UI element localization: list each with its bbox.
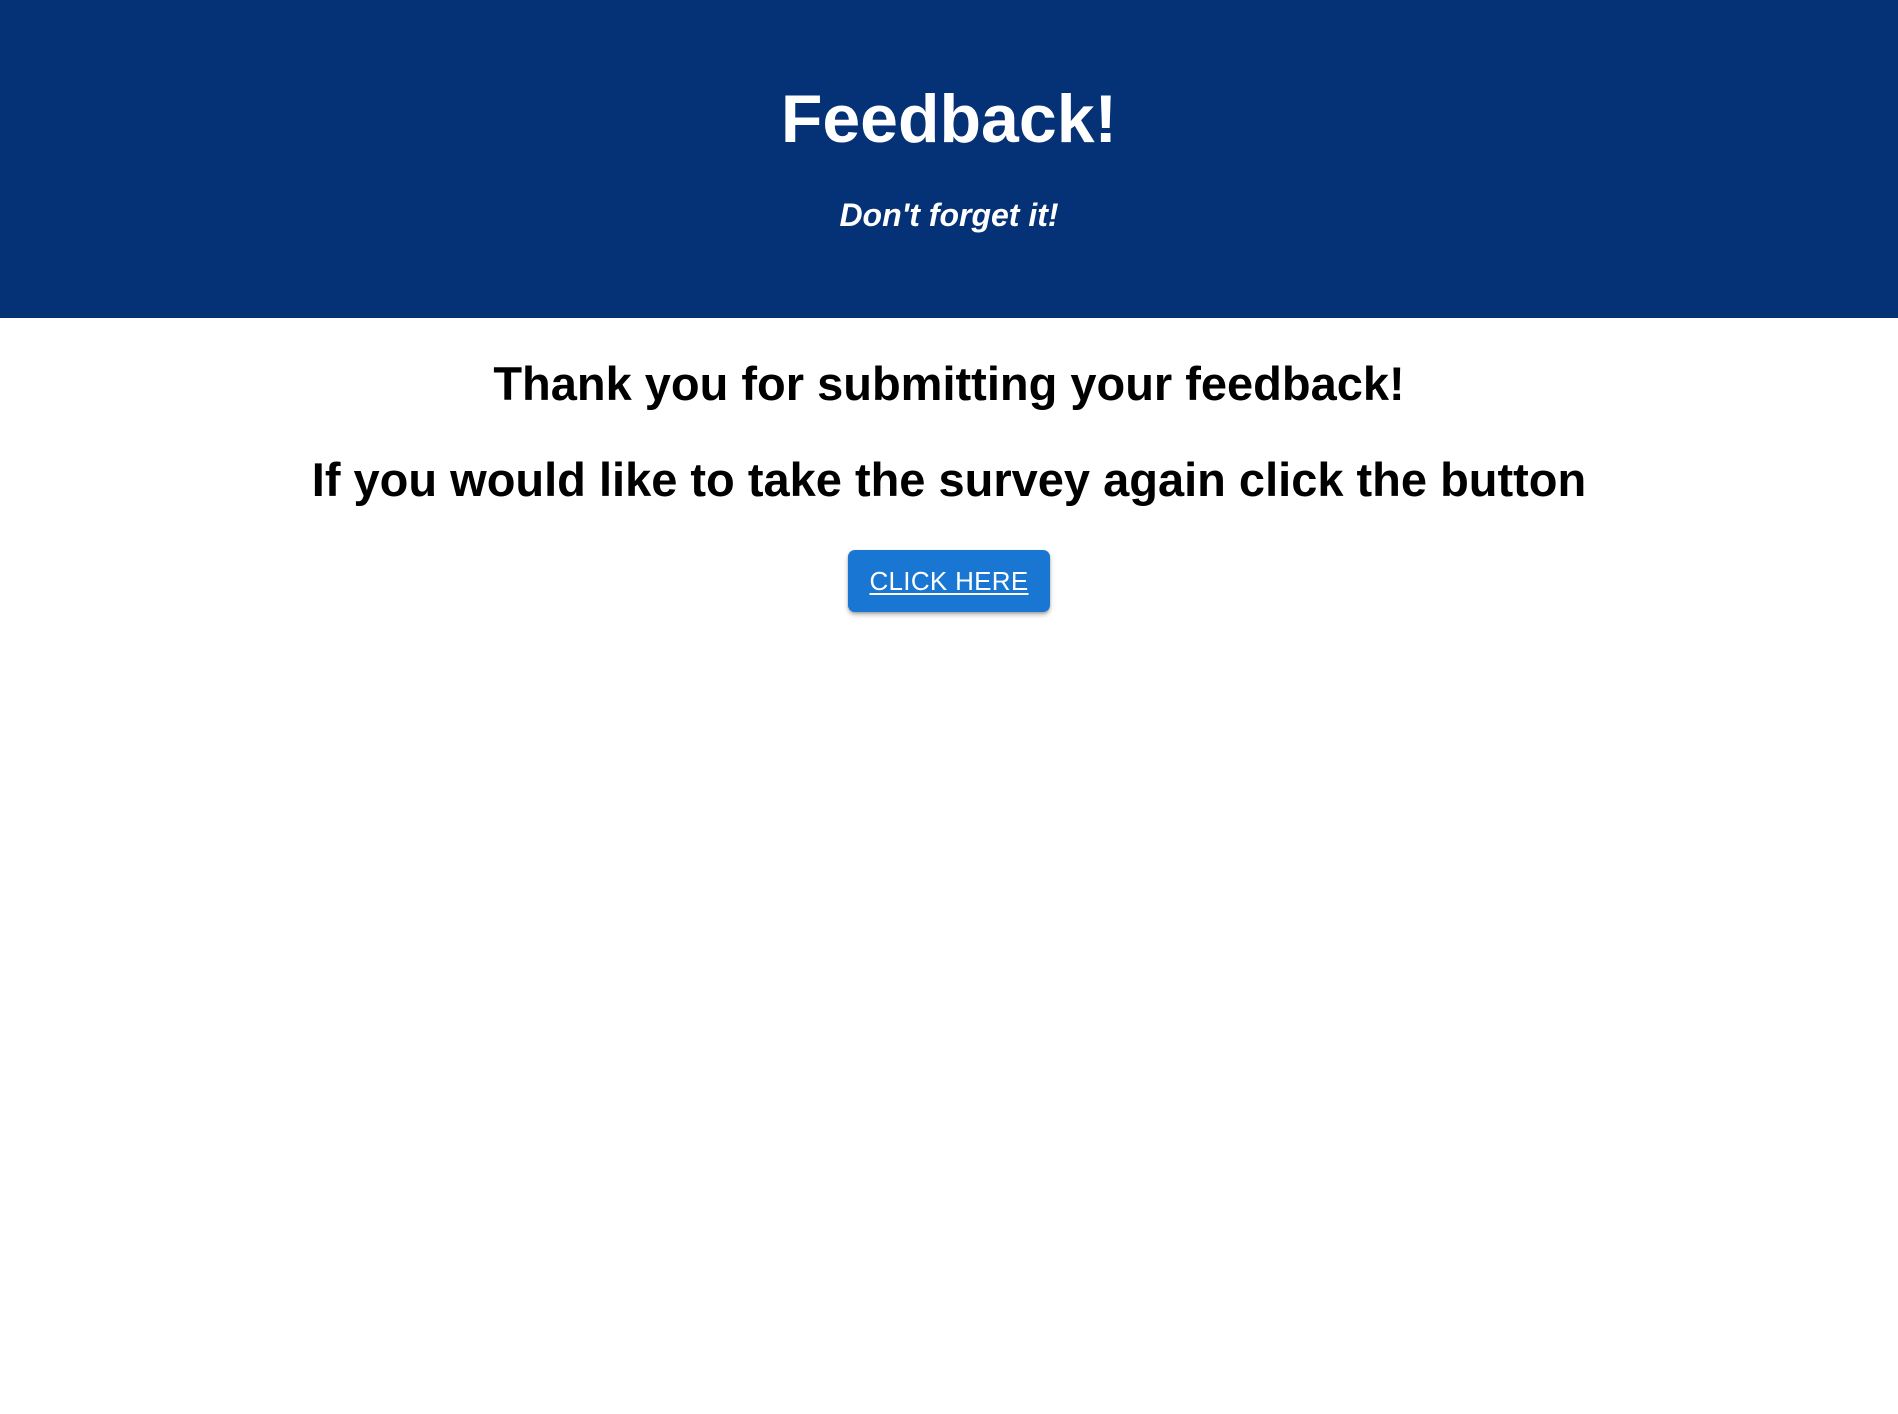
- thank-you-message: Thank you for submitting your feedback!: [493, 357, 1405, 410]
- retake-survey-button[interactable]: CLICK HERE: [848, 550, 1050, 612]
- retake-survey-prompt: If you would like to take the survey aga…: [311, 453, 1587, 506]
- page-subtitle: Don't forget it!: [839, 197, 1059, 233]
- page-title: Feedback!: [780, 81, 1118, 157]
- page-header: Feedback! Don't forget it!: [0, 0, 1898, 318]
